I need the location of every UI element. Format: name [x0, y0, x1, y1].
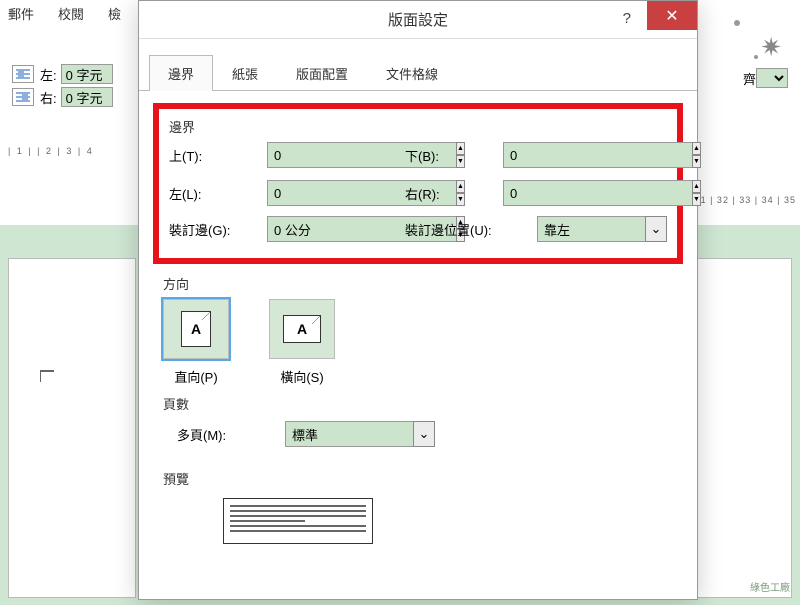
indent-left-icon: [12, 65, 34, 83]
portrait-label: 直向(P): [174, 367, 217, 386]
preview-section-label: 預覽: [163, 469, 673, 488]
multipage-value: 標準: [285, 421, 413, 447]
dialog-title: 版面設定: [388, 9, 448, 30]
preview-line: [230, 510, 366, 512]
document-page-left: [8, 258, 136, 598]
align-fragment: 齊: [743, 68, 788, 88]
dialog-tabs: 邊界 紙張 版面配置 文件格線: [139, 39, 697, 91]
right-spinner[interactable]: ▲▼: [503, 180, 633, 206]
align-label: 齊: [743, 69, 756, 88]
indent-left-label: 左:: [40, 65, 57, 84]
pages-section-label: 頁數: [163, 394, 673, 413]
indent-right-input[interactable]: [61, 87, 113, 107]
page-setup-dialog: 版面設定 ? ✕ 邊界 紙張 版面配置 文件格線 邊界 上(T): ▲▼ 下(B…: [138, 0, 698, 600]
indent-right-label: 右:: [40, 88, 57, 107]
watermark: 綠色工廠: [750, 579, 790, 594]
orientation-landscape[interactable]: A: [269, 299, 335, 359]
preview-line: [230, 520, 305, 522]
left-spinner[interactable]: ▲▼: [267, 180, 397, 206]
left-label: 左(L):: [169, 184, 259, 203]
dialog-body: 邊界 上(T): ▲▼ 下(B): ▲▼ 左(L): ▲▼: [139, 91, 697, 554]
preview-line: [230, 515, 366, 517]
top-label: 上(T):: [169, 146, 259, 165]
landscape-icon: A: [283, 315, 321, 343]
decorative-dot: [734, 20, 740, 26]
indent-right-icon: [12, 88, 34, 106]
multipage-combo[interactable]: 標準 ⌄: [285, 421, 435, 447]
menu-mail[interactable]: 郵件: [8, 4, 34, 23]
right-input[interactable]: [503, 180, 692, 206]
gutter-pos-combo[interactable]: 靠左 ⌄: [537, 216, 667, 242]
right-down[interactable]: ▼: [692, 193, 701, 206]
bottom-spinner[interactable]: ▲▼: [503, 142, 633, 168]
landscape-label: 橫向(S): [280, 367, 323, 386]
right-up[interactable]: ▲: [692, 180, 701, 193]
gutter-pos-label: 裝訂邊位置(U):: [405, 220, 529, 239]
gutter-label: 裝訂邊(G):: [169, 220, 259, 239]
tab-grid[interactable]: 文件格線: [367, 55, 457, 91]
chevron-down-icon[interactable]: ⌄: [645, 216, 667, 242]
help-button[interactable]: ?: [623, 10, 631, 27]
close-button[interactable]: ✕: [647, 1, 697, 30]
document-page-right: [694, 258, 792, 598]
preview-line: [230, 525, 366, 527]
portrait-icon: A: [181, 311, 211, 347]
highlight-annotation: 邊界 上(T): ▲▼ 下(B): ▲▼ 左(L): ▲▼: [153, 103, 683, 264]
bottom-input[interactable]: [503, 142, 692, 168]
orientation-section-label: 方向: [163, 274, 673, 293]
chevron-down-icon[interactable]: ⌄: [413, 421, 435, 447]
bottom-label: 下(B):: [405, 146, 495, 165]
bottom-down[interactable]: ▼: [692, 155, 701, 168]
menu-view[interactable]: 檢: [108, 4, 121, 23]
preview-line: [230, 530, 366, 532]
multipage-label: 多頁(M):: [177, 425, 271, 444]
preview-thumbnail: [223, 498, 373, 544]
menu-review[interactable]: 校閱: [58, 4, 84, 23]
right-label: 右(R):: [405, 184, 495, 203]
decorative-dot: [754, 55, 758, 59]
preview-line: [230, 505, 366, 507]
tab-margins[interactable]: 邊界: [149, 55, 213, 91]
dialog-titlebar: 版面設定 ? ✕: [139, 1, 697, 39]
decorative-icon: ✷: [760, 32, 782, 63]
bottom-up[interactable]: ▲: [692, 142, 701, 155]
text-cursor-base: [40, 370, 54, 372]
tab-paper[interactable]: 紙張: [213, 55, 277, 91]
gutter-pos-value: 靠左: [537, 216, 645, 242]
indent-left-input[interactable]: [61, 64, 113, 84]
gutter-spinner[interactable]: ▲▼: [267, 216, 397, 242]
align-dropdown[interactable]: [756, 68, 788, 88]
margins-section-label: 邊界: [169, 117, 667, 136]
tab-layout[interactable]: 版面配置: [277, 55, 367, 91]
top-spinner[interactable]: ▲▼: [267, 142, 397, 168]
orientation-portrait[interactable]: A: [163, 299, 229, 359]
